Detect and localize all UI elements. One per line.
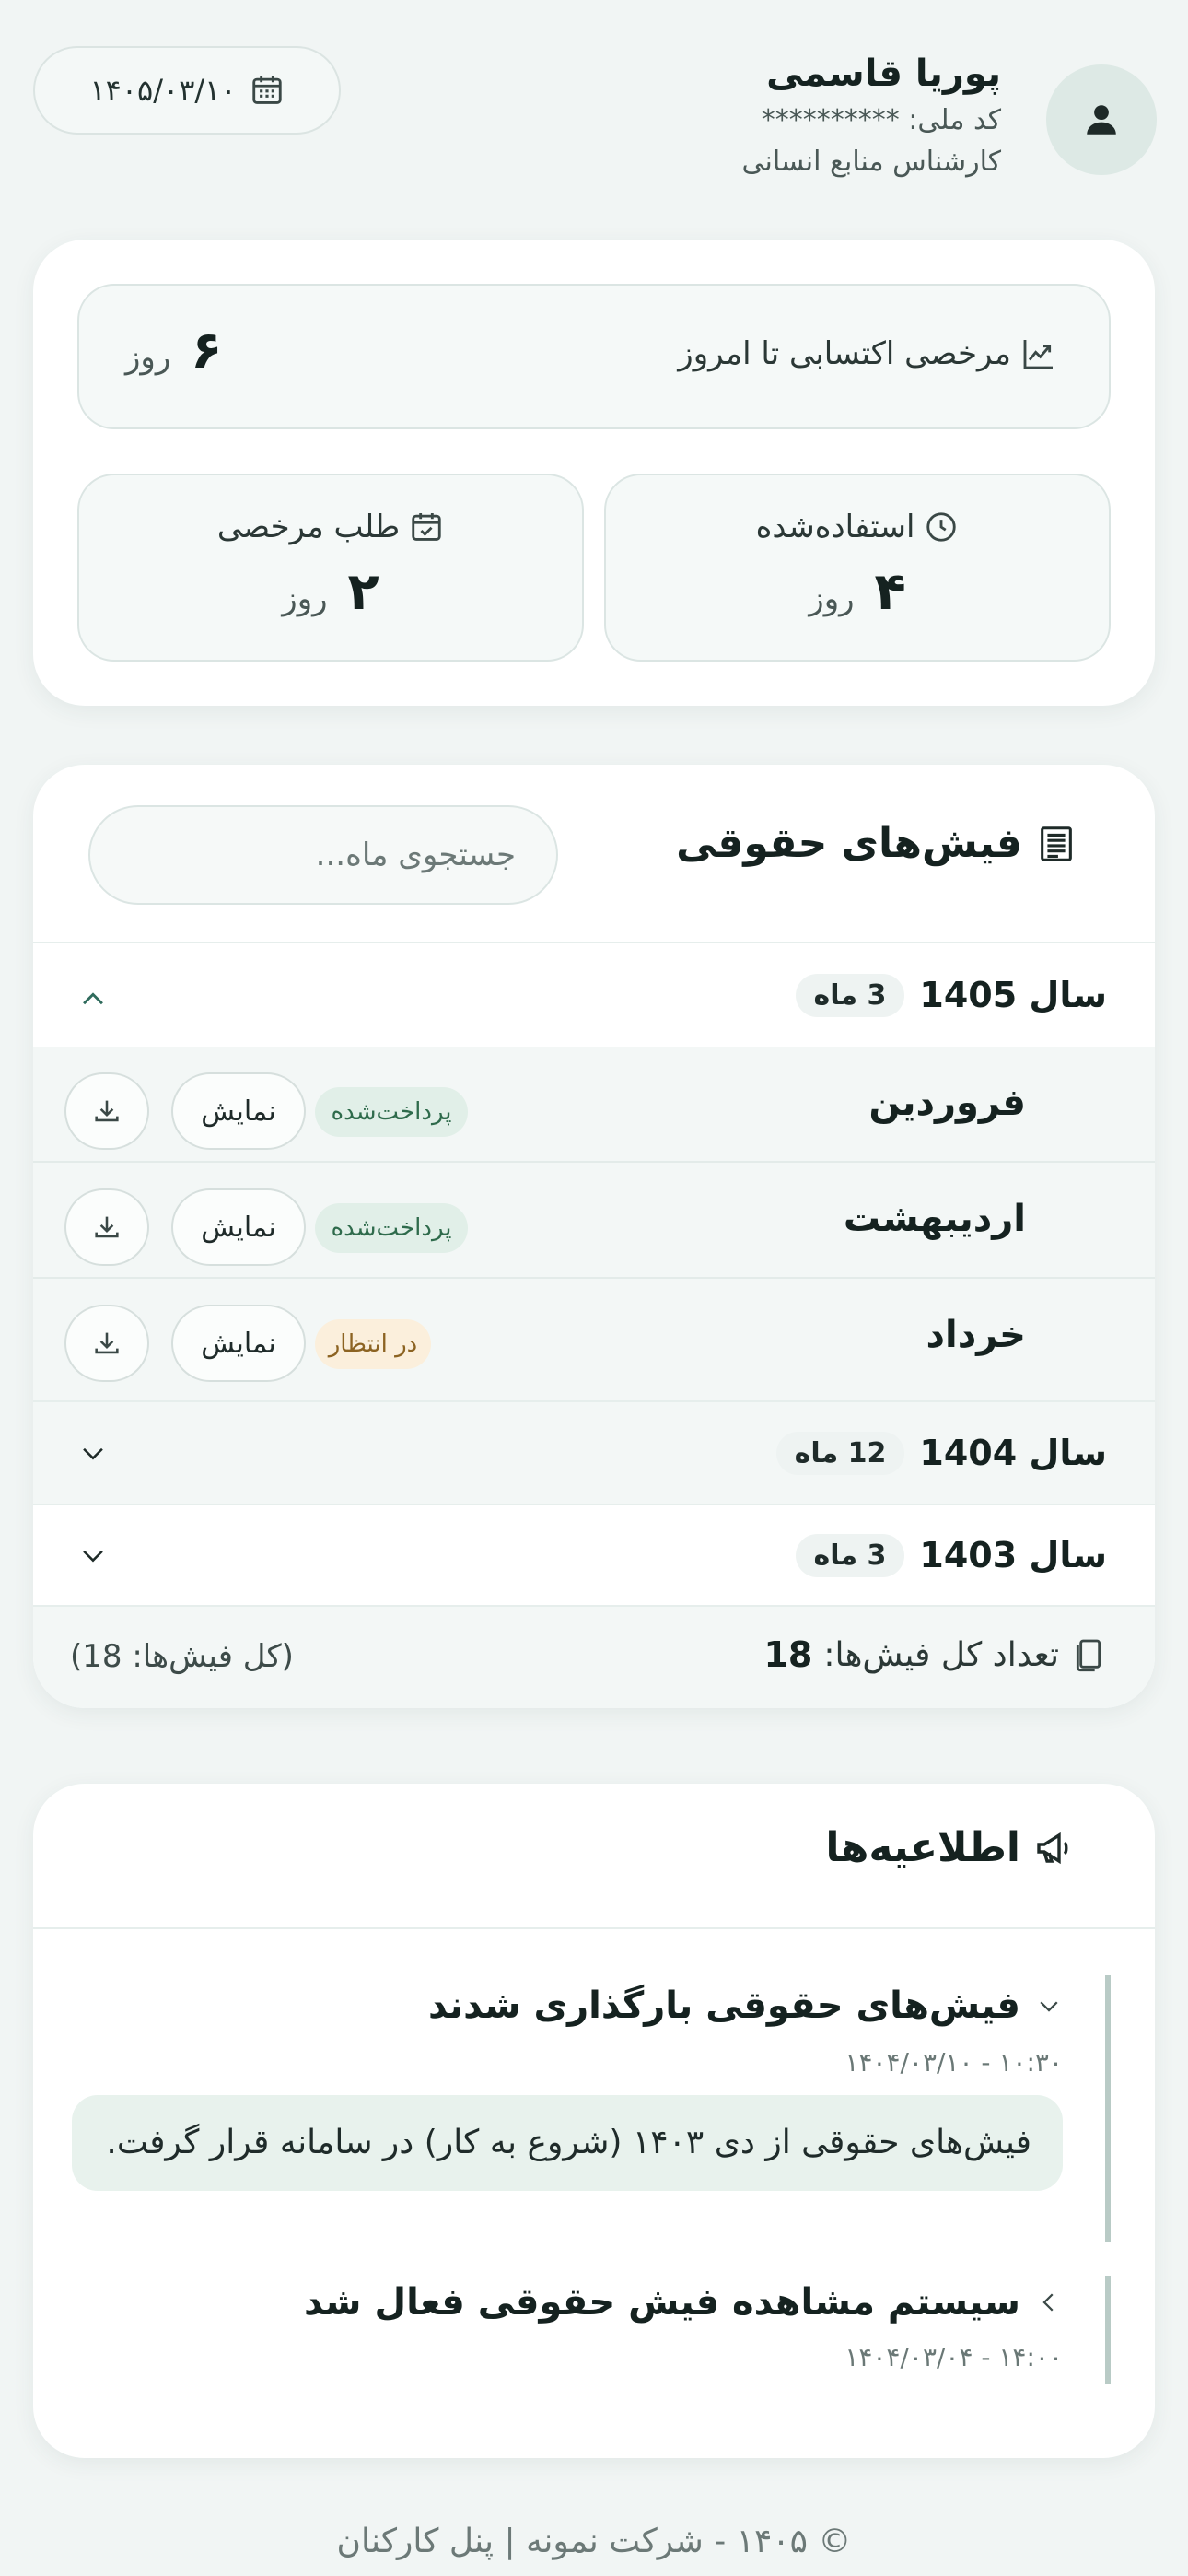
announcement-body: فیش‌های حقوقی از دی ۱۴۰۳ (شروع به کار) د… [72,2095,1063,2191]
status-badge: پرداخت‌شده [315,1203,468,1253]
earned-leave-title: مرخصی اکتسابی تا امروز [678,335,1057,372]
month-name: اردیبهشت [843,1198,1026,1240]
national-id: کد ملی: ********** [761,104,1001,136]
download-button[interactable] [64,1188,149,1266]
earned-leave-box: مرخصی اکتسابی تا امروز ۶ روز [77,284,1111,429]
clock-icon [924,509,959,544]
user-icon [1082,100,1121,139]
month-name: خرداد [926,1314,1026,1356]
date-pill[interactable]: ۱۴۰۵/۰۳/۱۰ [33,46,341,135]
copy-icon [1070,1636,1107,1673]
download-icon [91,1095,122,1127]
year-row-1404[interactable]: سال 1404 12 ماه [33,1402,1155,1504]
month-row: فروردین پرداخت‌شده نمایش [33,1047,1155,1161]
announcements-title: اطلاعیه‌ها [825,1824,1077,1871]
chevron-down-icon[interactable] [77,1437,109,1469]
used-leave-title: استفاده‌شده [606,509,1109,545]
payslips-card: فیش‌های حقوقی سال 1405 3 ماه فروردین پرد… [33,765,1155,1708]
chevron-down-icon[interactable] [77,1540,109,1571]
status-badge: در انتظار [315,1319,431,1369]
month-count-chip: 12 ماه [775,1431,905,1475]
year-row-1405[interactable]: سال 1405 3 ماه [33,943,1155,1047]
chart-line-icon [1020,335,1057,372]
chevron-up-icon[interactable] [77,984,109,1015]
download-icon [91,1328,122,1359]
announcement-item[interactable]: سیستم مشاهده فیش حقوقی فعال شد ۱۴۰۴/۰۳/۰… [88,2276,1111,2384]
date-value: ۱۴۰۵/۰۳/۱۰ [89,73,237,108]
year-label: سال 1405 3 ماه [795,973,1107,1017]
receipt-icon [1035,823,1077,865]
show-payslip-button[interactable]: نمایش [171,1072,306,1150]
year-label: سال 1403 3 ماه [795,1533,1107,1577]
footer: © ۱۴۰۵ - شرکت نمونه | پنل کارکنان [336,2523,852,2560]
leave-card: مرخصی اکتسابی تا امروز ۶ روز استفاده‌شده… [33,240,1155,706]
total-note: (کل فیش‌ها: 18) [70,1638,294,1675]
year-label: سال 1404 12 ماه [775,1431,1107,1475]
announcements-card: اطلاعیه‌ها فیش‌های حقوقی بارگذاری شدند ۱… [33,1784,1155,2458]
download-button[interactable] [64,1072,149,1150]
show-payslip-button[interactable]: نمایش [171,1305,306,1382]
payslips-total-bar: تعداد کل فیش‌ها: 18 (کل فیش‌ها: 18) [33,1607,1155,1708]
used-leave-box: استفاده‌شده ۴ روز [604,474,1111,662]
announcement-item[interactable]: فیش‌های حقوقی بارگذاری شدند ۱۴۰۴/۰۳/۱۰ -… [72,1975,1111,2242]
month-count-chip: 3 ماه [795,973,905,1017]
announcement-title: سیستم مشاهده فیش حقوقی فعال شد [304,2281,1063,2324]
payslips-title: فیش‌های حقوقی [676,820,1077,867]
user-info: پوریا قاسمی کد ملی: ********** کارشناس م… [485,48,1001,182]
year-row-1403[interactable]: سال 1403 3 ماه [33,1505,1155,1605]
avatar[interactable] [1046,64,1157,175]
total-count: تعداد کل فیش‌ها: 18 [763,1634,1107,1675]
month-row: اردیبهشت پرداخت‌شده نمایش [33,1163,1155,1277]
calendar-icon [250,73,285,108]
status-badge: پرداخت‌شده [315,1087,468,1137]
show-payslip-button[interactable]: نمایش [171,1188,306,1266]
leave-request-box: طلب مرخصی ۲ روز [77,474,584,662]
announcement-date: ۱۴۰۴/۰۳/۰۴ - ۱۴:۰۰ [844,2342,1063,2372]
download-button[interactable] [64,1305,149,1382]
earned-leave-value: ۶ روز [125,321,223,381]
user-role: کارشناس منابع انسانی [741,146,1001,178]
megaphone-icon [1033,1826,1077,1870]
user-name: پوریا قاسمی [766,53,1001,95]
month-name: فروردین [868,1082,1026,1124]
announcement-title: فیش‌های حقوقی بارگذاری شدند [428,1985,1063,2027]
month-count-chip: 3 ماه [795,1533,905,1577]
download-icon [91,1212,122,1243]
used-leave-value: ۴ روز [809,562,906,622]
chevron-down-icon [1035,1992,1063,2020]
month-row: خرداد در انتظار نمایش [33,1279,1155,1393]
chevron-left-icon [1035,2289,1063,2316]
announcement-date: ۱۴۰۴/۰۳/۱۰ - ۱۰:۳۰ [844,2047,1063,2078]
leave-request-value: ۲ روز [282,562,379,622]
calendar-check-icon [409,509,444,544]
month-search-input[interactable] [88,805,558,905]
leave-request-title: طلب مرخصی [79,509,582,545]
months-list: فروردین پرداخت‌شده نمایش اردیبهشت پرداخت… [33,1047,1155,1400]
